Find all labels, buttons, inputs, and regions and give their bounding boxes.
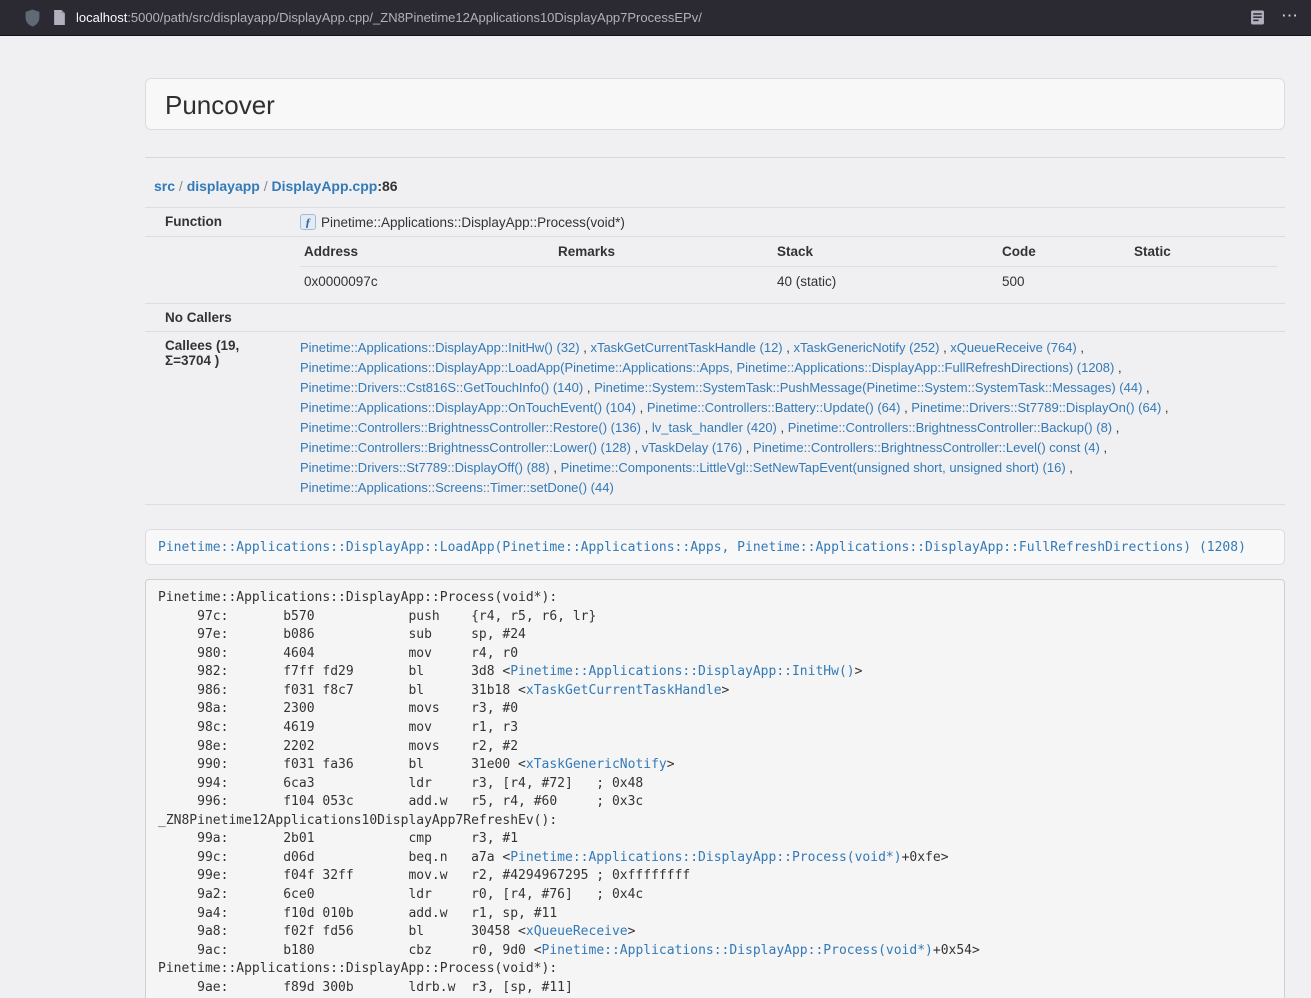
no-callers-label: No Callers xyxy=(145,304,292,332)
symbol-table: Function ƒ Pinetime::Applications::Displ… xyxy=(145,207,1285,505)
app-title: Puncover xyxy=(165,89,1265,121)
callee-link[interactable]: Pinetime::Applications::Screens::Timer::… xyxy=(300,480,614,495)
function-row-label: Function xyxy=(145,208,292,237)
callee-separator: , xyxy=(1066,460,1073,475)
callee-separator: , xyxy=(1112,420,1119,435)
callee-separator: , xyxy=(1100,440,1107,455)
breadcrumb-link[interactable]: DisplayApp.cpp xyxy=(272,178,378,194)
callee-separator: , xyxy=(939,340,950,355)
callee-link[interactable]: Pinetime::Controllers::BrightnessControl… xyxy=(300,440,631,455)
url-host: localhost xyxy=(76,10,127,25)
stats-column-header: Address xyxy=(300,243,554,267)
function-row: Function ƒ Pinetime::Applications::Displ… xyxy=(145,208,1285,237)
stats-column-header: Remarks xyxy=(554,243,773,267)
callee-link[interactable]: lv_task_handler (420) xyxy=(652,420,777,435)
callers-row: No Callers xyxy=(145,304,1285,332)
code-symbol-link[interactable]: xQueueReceive xyxy=(526,924,628,939)
callee-separator: , xyxy=(783,340,794,355)
highlighted-symbol-link[interactable]: Pinetime::Applications::DisplayApp::Load… xyxy=(158,540,1246,555)
code-symbol-link[interactable]: xTaskGetCurrentTaskHandle xyxy=(526,683,722,698)
callee-link[interactable]: Pinetime::Controllers::BrightnessControl… xyxy=(300,420,641,435)
url-bar[interactable]: localhost:5000/path/src/displayapp/Displ… xyxy=(76,10,1236,25)
callee-separator: , xyxy=(1114,360,1121,375)
callee-link[interactable]: Pinetime::Drivers::Cst816S::GetTouchInfo… xyxy=(300,380,583,395)
callee-link[interactable]: Pinetime::System::SystemTask::PushMessag… xyxy=(594,380,1142,395)
callee-separator: , xyxy=(636,400,647,415)
callee-separator: , xyxy=(900,400,911,415)
function-type-icon: ƒ xyxy=(300,214,316,230)
callee-separator: , xyxy=(1077,340,1084,355)
breadcrumb: src / displayapp / DisplayApp.cpp:86 xyxy=(154,178,1285,194)
stats-value: 500 xyxy=(998,267,1130,298)
breadcrumb-separator: / xyxy=(175,178,187,194)
callee-link[interactable]: vTaskDelay (176) xyxy=(642,440,742,455)
callee-separator: , xyxy=(1161,400,1168,415)
callees-row: Callees (19, Σ=3704 ) Pinetime::Applicat… xyxy=(145,332,1285,505)
callee-separator: , xyxy=(777,420,788,435)
callee-separator: , xyxy=(550,460,561,475)
callee-link[interactable]: Pinetime::Applications::DisplayApp::Init… xyxy=(300,340,580,355)
callee-link[interactable]: Pinetime::Components::LittleVgl::SetNewT… xyxy=(561,460,1066,475)
overflow-menu-icon[interactable]: ⋯ xyxy=(1281,7,1299,28)
breadcrumb-link[interactable]: displayapp xyxy=(187,178,260,194)
code-symbol-link[interactable]: Pinetime::Applications::DisplayApp::Proc… xyxy=(542,943,933,958)
callee-separator: , xyxy=(742,440,753,455)
stats-value-row: 0x0000097c 40 (static)500 xyxy=(300,267,1277,298)
code-block: Pinetime::Applications::DisplayApp::Proc… xyxy=(145,579,1285,998)
callee-separator: , xyxy=(583,380,594,395)
callee-link[interactable]: Pinetime::Drivers::St7789::DisplayOff() … xyxy=(300,460,550,475)
url-path: :5000/path/src/displayapp/DisplayApp.cpp… xyxy=(127,10,702,25)
stats-row: AddressRemarksStackCodeStatic 0x0000097c… xyxy=(145,237,1285,304)
stats-value xyxy=(554,267,773,298)
browser-chrome: localhost:5000/path/src/displayapp/Displ… xyxy=(0,0,1311,36)
stats-column-header: Code xyxy=(998,243,1130,267)
breadcrumb-link[interactable]: src xyxy=(154,178,175,194)
callees-list: Pinetime::Applications::DisplayApp::Init… xyxy=(292,332,1285,505)
breadcrumb-separator: / xyxy=(260,178,272,194)
callee-link[interactable]: xQueueReceive (764) xyxy=(950,340,1076,355)
callee-separator: , xyxy=(631,440,642,455)
app-header: Puncover xyxy=(145,78,1285,130)
stats-value: 0x0000097c xyxy=(300,267,554,298)
code-symbol-link[interactable]: Pinetime::Applications::DisplayApp::Proc… xyxy=(510,850,901,865)
callee-separator: , xyxy=(1142,380,1149,395)
stats-table: AddressRemarksStackCodeStatic 0x0000097c… xyxy=(300,243,1277,297)
reader-mode-icon[interactable] xyxy=(1250,10,1265,25)
code-symbol-link[interactable]: xTaskGenericNotify xyxy=(526,757,667,772)
stats-value xyxy=(1130,267,1277,298)
code-symbol-link[interactable]: Pinetime::Applications::DisplayApp::Init… xyxy=(510,664,854,679)
callee-link[interactable]: xTaskGetCurrentTaskHandle (12) xyxy=(590,340,782,355)
callee-separator: , xyxy=(641,420,652,435)
breadcrumb-line-number: :86 xyxy=(377,178,397,194)
highlighted-symbol-box: Pinetime::Applications::DisplayApp::Load… xyxy=(145,529,1285,565)
callee-link[interactable]: Pinetime::Drivers::St7789::DisplayOn() (… xyxy=(911,400,1161,415)
divider xyxy=(145,157,1285,158)
stats-row-label xyxy=(145,237,292,304)
stats-value: 40 (static) xyxy=(773,267,998,298)
callee-link[interactable]: Pinetime::Applications::DisplayApp::Load… xyxy=(300,360,1114,375)
callee-link[interactable]: xTaskGenericNotify (252) xyxy=(794,340,940,355)
stats-column-header: Static xyxy=(1130,243,1277,267)
page-info-icon[interactable] xyxy=(53,10,66,25)
page-container: Puncover src / displayapp / DisplayApp.c… xyxy=(145,78,1285,998)
callee-link[interactable]: Pinetime::Applications::DisplayApp::OnTo… xyxy=(300,400,636,415)
callee-separator: , xyxy=(580,340,591,355)
callee-link[interactable]: Pinetime::Controllers::Battery::Update()… xyxy=(647,400,901,415)
stats-column-header: Stack xyxy=(773,243,998,267)
callee-link[interactable]: Pinetime::Controllers::BrightnessControl… xyxy=(788,420,1112,435)
tracking-protection-shield-icon[interactable] xyxy=(24,9,41,27)
callees-label: Callees (19, Σ=3704 ) xyxy=(145,332,292,505)
function-name: Pinetime::Applications::DisplayApp::Proc… xyxy=(321,215,625,230)
callee-link[interactable]: Pinetime::Controllers::BrightnessControl… xyxy=(753,440,1100,455)
stats-header-row: AddressRemarksStackCodeStatic xyxy=(300,243,1277,267)
